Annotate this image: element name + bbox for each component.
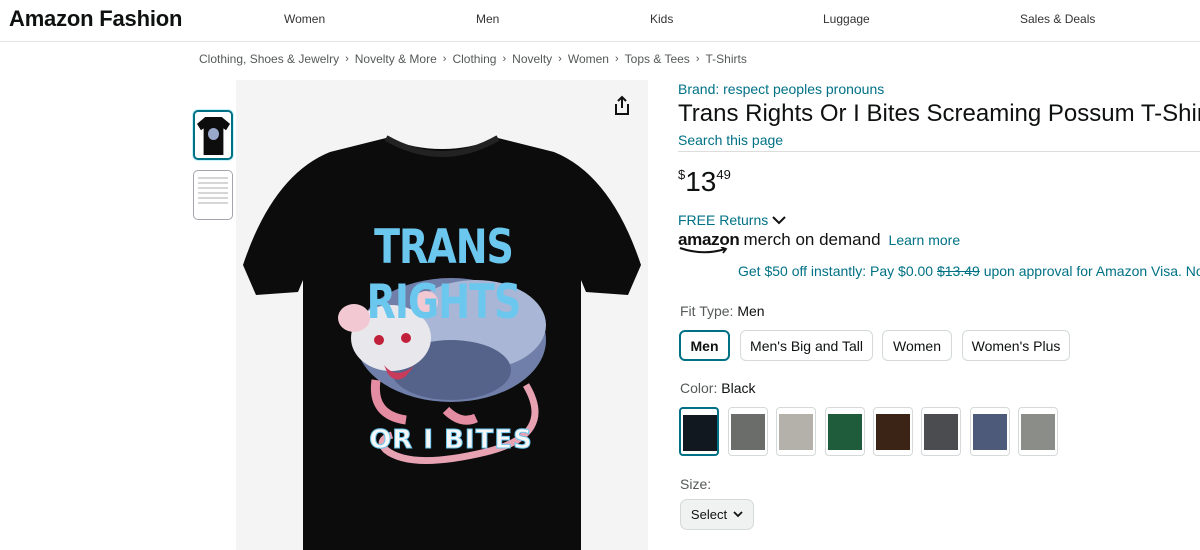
breadcrumb-item[interactable]: Clothing: [452, 52, 496, 66]
breadcrumb-item[interactable]: Women: [568, 52, 609, 66]
price-whole: 13: [685, 166, 717, 197]
price: $1349: [678, 166, 731, 198]
promo-suffix: upon approval for Amazon Visa. No: [983, 263, 1200, 279]
color-swatch[interactable]: [728, 407, 768, 456]
amazon-wordmark: amazon: [678, 230, 740, 254]
amazon-smile-icon: [679, 247, 728, 254]
nav-men[interactable]: Men: [476, 12, 499, 26]
product-main-image[interactable]: TRANS RIGHTS OR I BITES: [236, 80, 648, 550]
breadcrumb-separator: ›: [695, 53, 700, 65]
swatch-fill: [683, 415, 717, 451]
breadcrumb-item[interactable]: Clothing, Shoes & Jewelry: [199, 52, 339, 66]
nav-women[interactable]: Women: [284, 12, 325, 26]
amazon-fashion-logo[interactable]: Amazon Fashion: [9, 6, 182, 32]
brand-link[interactable]: Brand: respect peoples pronouns: [678, 81, 884, 97]
color-swatch-black[interactable]: [679, 407, 719, 456]
fit-type-label: Fit Type: Men: [680, 303, 765, 319]
color-swatch[interactable]: [970, 407, 1010, 456]
breadcrumb-separator: ›: [558, 53, 562, 65]
search-this-page-link[interactable]: Search this page: [678, 132, 783, 148]
color-label-text: Color:: [680, 380, 718, 396]
breadcrumb-item[interactable]: Novelty & More: [355, 52, 437, 66]
swatch-fill: [924, 414, 958, 450]
thumbnail-size-chart[interactable]: [193, 170, 233, 220]
promo-prefix: Get $50 off instantly: Pay $0.00: [738, 263, 934, 279]
free-returns-label: FREE Returns: [678, 212, 769, 228]
chevron-down-icon: [733, 511, 743, 518]
swatch-fill: [731, 414, 765, 450]
fit-option-mens-big-and-tall[interactable]: Men's Big and Tall: [740, 330, 873, 361]
breadcrumb-item[interactable]: Novelty: [512, 52, 552, 66]
breadcrumb-item[interactable]: Tops & Tees: [625, 52, 690, 66]
color-swatch[interactable]: [873, 407, 913, 456]
size-select-dropdown[interactable]: Select: [680, 499, 754, 530]
share-icon[interactable]: [611, 95, 633, 117]
size-select-label: Select: [690, 507, 728, 522]
nav-sales-deals[interactable]: Sales & Deals: [1020, 12, 1095, 26]
shirt-text-or-i-bites: OR I BITES: [369, 425, 533, 456]
product-title: Trans Rights Or I Bites Screaming Possum…: [678, 100, 1200, 127]
color-label: Color: Black: [680, 380, 755, 396]
price-fraction: 49: [716, 167, 731, 182]
swatch-fill: [973, 414, 1007, 450]
learn-more-link[interactable]: Learn more: [889, 232, 961, 248]
color-selected-value: Black: [721, 380, 756, 396]
color-swatch[interactable]: [825, 407, 865, 456]
swatch-fill: [779, 414, 813, 450]
top-navigation: Amazon Fashion Women Men Kids Luggage Sa…: [0, 0, 1200, 42]
breadcrumb-item[interactable]: T-Shirts: [705, 52, 746, 66]
price-symbol: $: [678, 167, 686, 182]
swatch-fill: [828, 414, 862, 450]
nav-kids[interactable]: Kids: [650, 12, 673, 26]
fit-option-men[interactable]: Men: [679, 330, 730, 361]
swatch-fill: [1021, 414, 1055, 450]
breadcrumb-separator: ›: [345, 53, 349, 65]
color-swatch[interactable]: [921, 407, 961, 456]
credit-card-promo[interactable]: Get $50 off instantly: Pay $0.00 $13.49 …: [738, 263, 1200, 279]
chevron-down-icon: [772, 216, 786, 225]
nav-luggage[interactable]: Luggage: [823, 12, 870, 26]
free-returns-link[interactable]: FREE Returns: [678, 212, 786, 228]
breadcrumb: Clothing, Shoes & Jewelry › Novelty & Mo…: [199, 52, 747, 66]
breadcrumb-separator: ›: [442, 53, 447, 65]
swatch-fill: [876, 414, 910, 450]
thumbnail-possum-art: [208, 128, 219, 140]
shirt-text-trans-rights: TRANS RIGHTS: [366, 219, 522, 329]
color-swatch[interactable]: [776, 407, 816, 456]
divider: [678, 151, 1200, 152]
fit-option-womens-plus[interactable]: Women's Plus: [962, 330, 1070, 361]
size-label: Size:: [680, 476, 712, 492]
size-chart-lines: [198, 177, 228, 207]
merch-on-demand-text: merch on demand: [743, 230, 881, 249]
color-swatch[interactable]: [1018, 407, 1058, 456]
merch-on-demand-badge: amazon merch on demand Learn more: [678, 230, 961, 254]
fit-type-selected-value: Men: [737, 303, 765, 319]
breadcrumb-separator: ›: [614, 53, 619, 65]
promo-strikethrough-price: $13.49: [936, 263, 980, 279]
fit-option-women[interactable]: Women: [882, 330, 952, 361]
fit-type-label-text: Fit Type:: [680, 303, 734, 319]
breadcrumb-separator: ›: [502, 53, 507, 65]
thumbnail-shirt-front[interactable]: [193, 110, 233, 160]
